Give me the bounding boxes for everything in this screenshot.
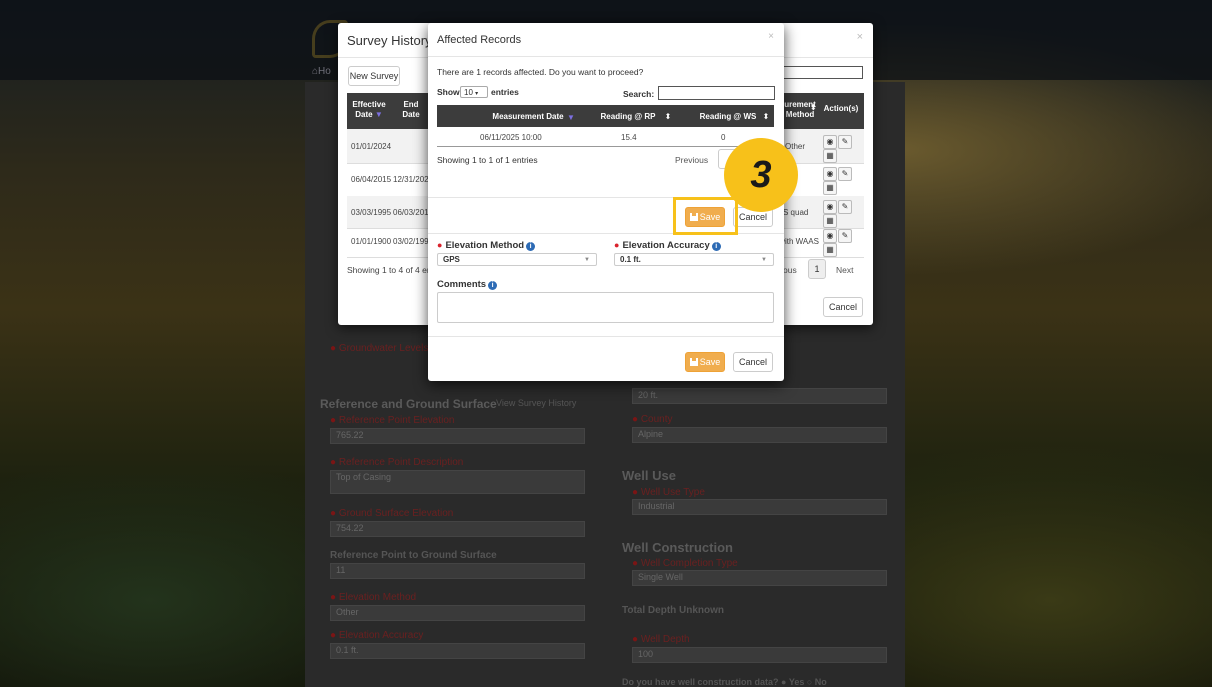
close-icon[interactable]: ×: [768, 31, 774, 42]
new-survey-button[interactable]: New Survey: [348, 66, 400, 86]
affected-previous-button[interactable]: Previous: [675, 155, 708, 165]
row3-method: S quad: [783, 208, 809, 217]
col-reading-ws[interactable]: Reading @ WS: [698, 112, 758, 122]
info-icon: i: [711, 242, 721, 251]
elevation-accuracy-select[interactable]: 0.1 ft. ▼: [614, 253, 774, 266]
sort-icon: ⬍: [664, 112, 672, 121]
chevron-down-icon: ▾: [475, 91, 479, 97]
divider: [428, 56, 784, 57]
survey-page-1[interactable]: 1: [808, 259, 826, 279]
row1-effective: 01/01/2024: [351, 142, 392, 151]
calculator-icon[interactable]: ▦: [823, 149, 837, 163]
survey-history-title: Survey History: [347, 33, 432, 48]
form-cancel-button[interactable]: Cancel: [733, 352, 773, 372]
eye-icon[interactable]: ◉: [823, 167, 837, 181]
step-badge: 3: [724, 138, 798, 212]
info-icon: i: [488, 281, 498, 290]
search-label: Search:: [623, 89, 655, 99]
elevation-method-label: ● Elevation Method i: [437, 240, 536, 251]
row-divider: [437, 146, 774, 147]
affected-records-title: Affected Records: [437, 34, 522, 46]
comments-label: Comments i: [437, 279, 498, 290]
info-icon: i: [526, 242, 536, 251]
chevron-down-icon: ▼: [761, 257, 767, 263]
row4-effective: 01/01/1900: [351, 237, 392, 246]
sort-icon: ⬍: [762, 112, 770, 121]
pencil-icon[interactable]: ✎: [838, 200, 852, 214]
calculator-icon[interactable]: ▦: [823, 214, 837, 228]
elevation-method-select[interactable]: GPS ▼: [437, 253, 597, 266]
row3-effective: 03/03/1995: [351, 208, 392, 217]
show-label: Show: [437, 87, 460, 97]
close-icon[interactable]: ×: [857, 31, 863, 43]
eye-icon[interactable]: ◉: [823, 200, 837, 214]
row4-method: vith WAAS: [781, 237, 819, 246]
eye-icon[interactable]: ◉: [823, 229, 837, 243]
divider: [428, 336, 784, 337]
entries-select[interactable]: 10 ▾: [460, 86, 488, 98]
sort-icon: ▼: [374, 110, 383, 119]
pencil-icon[interactable]: ✎: [838, 135, 852, 149]
survey-prev-button[interactable]: ous: [783, 265, 797, 275]
sort-icon: ⬍: [810, 103, 817, 112]
chevron-down-icon: ▼: [584, 257, 590, 263]
row-reading-ws: 0: [721, 133, 726, 142]
save-button-highlight: [673, 197, 738, 235]
calculator-icon[interactable]: ▦: [823, 181, 837, 195]
survey-search-input[interactable]: [783, 66, 863, 79]
entries-label: entries: [491, 87, 519, 97]
pencil-icon[interactable]: ✎: [838, 167, 852, 181]
calculator-icon[interactable]: ▦: [823, 243, 837, 257]
col-measurement-date[interactable]: Measurement Date: [478, 112, 578, 122]
sort-icon: ▼: [567, 113, 575, 122]
col-effective-date[interactable]: Effective Date ▼: [352, 100, 386, 120]
form-save-button[interactable]: Save: [685, 352, 725, 372]
eye-icon[interactable]: ◉: [823, 135, 837, 149]
affected-showing-text: Showing 1 to 1 of 1 entries: [437, 155, 538, 165]
row2-effective: 06/04/2015: [351, 175, 392, 184]
affected-search-input[interactable]: [658, 86, 775, 100]
survey-showing-text: Showing 1 to 4 of 4 er: [347, 265, 430, 275]
comments-textarea[interactable]: [437, 292, 774, 323]
col-reading-rp[interactable]: Reading @ RP: [598, 112, 658, 122]
save-icon: [689, 358, 698, 366]
survey-cancel-button[interactable]: Cancel: [823, 297, 863, 317]
col-end-date[interactable]: End Date: [398, 100, 424, 120]
row-measurement-date: 06/11/2025 10:00: [480, 133, 542, 142]
affected-message: There are 1 records affected. Do you wan…: [437, 67, 644, 77]
pencil-icon[interactable]: ✎: [838, 229, 852, 243]
row-reading-rp: 15.4: [621, 133, 637, 142]
col-actions: Action(s): [823, 104, 859, 113]
survey-next-button[interactable]: Next: [836, 265, 853, 275]
elevation-accuracy-label: ● Elevation Accuracy i: [614, 240, 721, 251]
